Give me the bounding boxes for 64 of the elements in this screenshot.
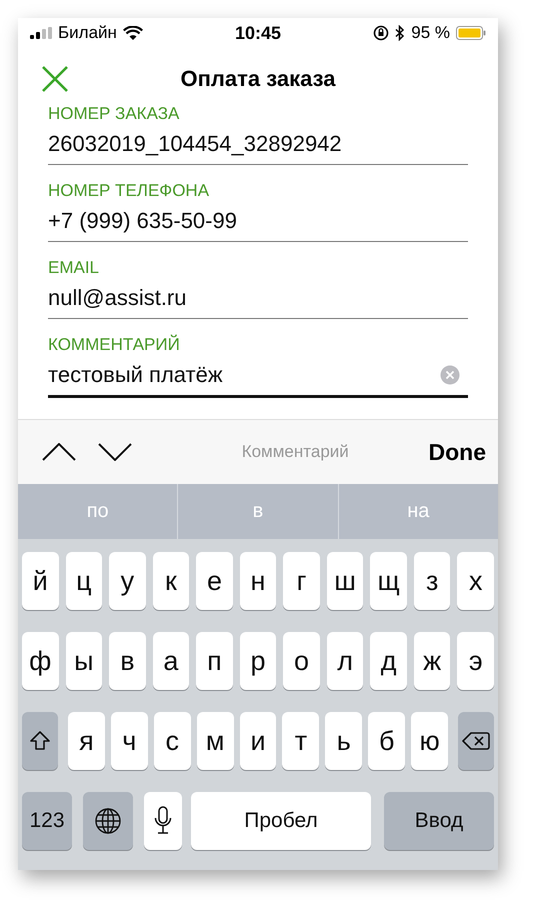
letter-key[interactable]: ы (66, 632, 102, 690)
globe-key[interactable] (83, 792, 133, 850)
letter-key[interactable]: я (68, 712, 105, 770)
done-button[interactable]: Done (428, 438, 486, 466)
letter-key[interactable]: й (22, 552, 59, 610)
battery-percent: 95 % (411, 23, 450, 43)
text-field[interactable]: тестовый платёж (48, 355, 468, 398)
return-key[interactable]: Ввод (384, 792, 494, 850)
letter-key[interactable]: б (368, 712, 406, 770)
letter-key[interactable]: у (109, 552, 146, 610)
microphone-icon (154, 806, 172, 836)
screen-title: Оплата заказа (180, 66, 336, 92)
letter-key[interactable]: г (283, 552, 320, 610)
letter-key[interactable]: щ (370, 552, 407, 610)
letter-key[interactable]: в (109, 632, 146, 690)
letter-key[interactable]: д (370, 632, 407, 690)
text-field[interactable]: 26032019_104454_32892942 (48, 124, 468, 165)
field-name: Комментарий (240, 442, 350, 462)
letter-key[interactable]: м (196, 712, 234, 770)
field-label: EMAIL (48, 258, 100, 278)
wifi-icon (122, 26, 143, 40)
letter-key[interactable]: р (240, 632, 276, 690)
letter-key[interactable]: ю (411, 712, 448, 770)
backspace-icon (462, 731, 490, 751)
letter-key[interactable]: с (154, 712, 191, 770)
letter-key[interactable]: н (240, 552, 276, 610)
bluetooth-icon (395, 25, 406, 41)
letter-key[interactable]: э (457, 632, 494, 690)
letter-key[interactable]: т (282, 712, 320, 770)
clock-time: 10:45 (234, 22, 282, 44)
letter-key[interactable]: л (326, 632, 364, 690)
signal-icon (30, 27, 52, 39)
letter-key[interactable]: о (283, 632, 320, 690)
letter-key[interactable]: к (152, 552, 190, 610)
globe-icon (94, 807, 122, 835)
letter-key[interactable]: ч (110, 712, 148, 770)
letter-key[interactable]: е (196, 552, 233, 610)
microphone-key[interactable] (144, 792, 182, 850)
letter-key[interactable]: ж (414, 632, 450, 690)
carrier-name: Билайн (58, 23, 117, 43)
rotation-lock-icon (373, 25, 390, 41)
letter-key[interactable]: з (414, 552, 450, 610)
letter-key[interactable]: п (196, 632, 233, 690)
letter-key[interactable]: х (457, 552, 494, 610)
field-label: КОММЕНТАРИЙ (48, 335, 180, 355)
space-key[interactable]: Пробел (191, 792, 371, 850)
letter-key[interactable]: ь (325, 712, 362, 770)
letter-key[interactable]: ш (326, 552, 364, 610)
letter-key[interactable]: и (240, 712, 276, 770)
shift-key[interactable] (22, 712, 58, 770)
shift-arrow-icon (29, 730, 51, 752)
battery-icon (456, 26, 486, 40)
text-field[interactable]: +7 (999) 635-50-99 (48, 201, 468, 242)
backspace-key[interactable] (458, 712, 494, 770)
field-label: НОМЕР ЗАКАЗА (48, 104, 180, 124)
up-chevron-icon[interactable] (42, 443, 76, 461)
down-chevron-icon[interactable] (98, 443, 132, 461)
close-icon[interactable] (42, 66, 68, 92)
text-field[interactable]: null@assist.ru (48, 278, 468, 319)
letter-key[interactable]: а (152, 632, 190, 690)
numbers-key[interactable]: 123 (22, 792, 72, 850)
letter-key[interactable]: ц (66, 552, 102, 610)
letter-key[interactable]: ф (22, 632, 59, 690)
field-label: НОМЕР ТЕЛЕФОНА (48, 181, 210, 201)
